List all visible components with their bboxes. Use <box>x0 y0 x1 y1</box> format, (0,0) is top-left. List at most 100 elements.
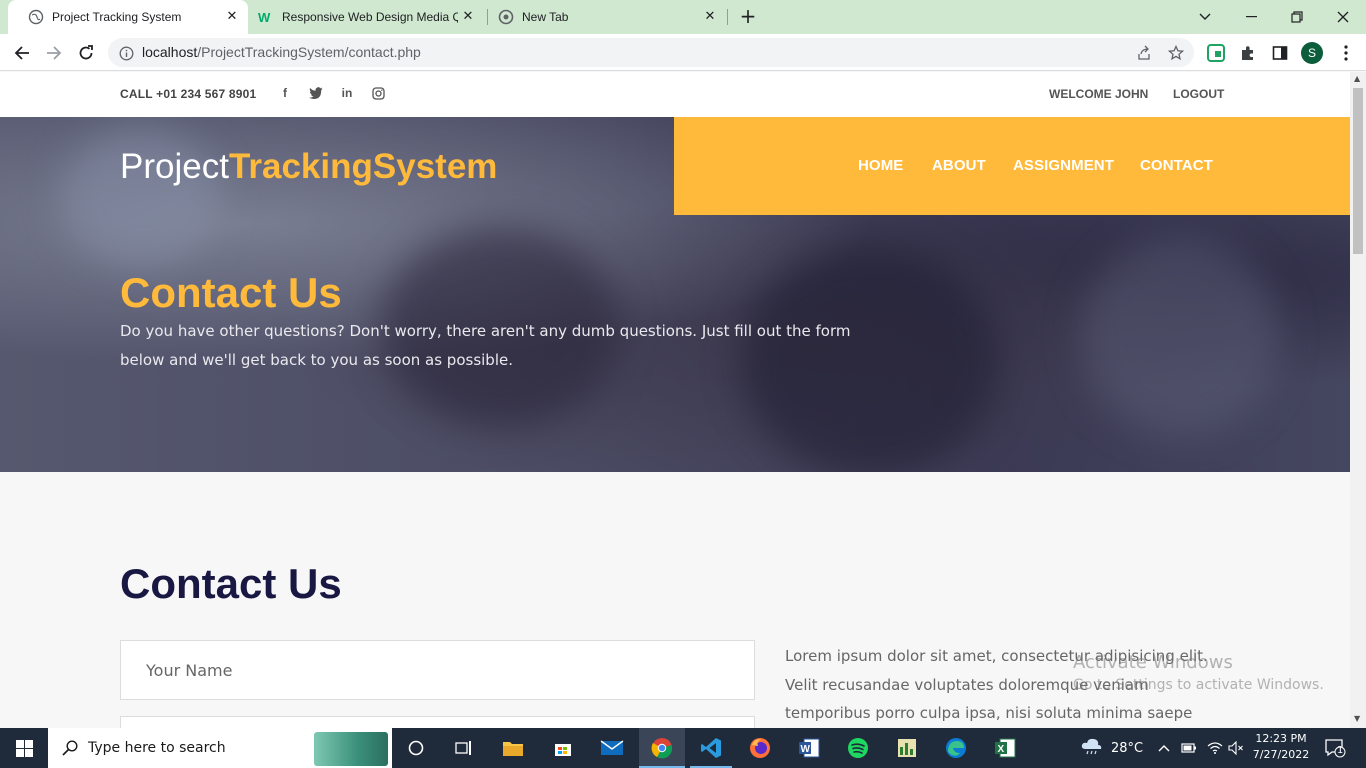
logo-text-plain: Project <box>120 147 229 186</box>
windows-taskbar: Type here to search W X 28°C 12:23 PM 7/… <box>0 728 1366 768</box>
hero-title: Contact Us <box>120 269 342 316</box>
linkedin-icon[interactable]: in <box>339 85 355 101</box>
chrome-icon <box>498 9 514 25</box>
clock-time: 12:23 PM <box>1255 732 1307 745</box>
extension-green-icon[interactable] <box>1206 43 1226 63</box>
tab-project-tracking[interactable]: Project Tracking System ✕ <box>8 0 248 34</box>
chrome-menu-icon[interactable] <box>1336 43 1356 63</box>
excel-icon[interactable]: X <box>991 734 1019 762</box>
close-tab-icon[interactable]: ✕ <box>460 9 476 25</box>
name-field[interactable] <box>120 640 755 700</box>
name-input[interactable] <box>121 641 754 699</box>
tab-title: New Tab <box>522 10 569 24</box>
scrollbar-thumb[interactable] <box>1353 88 1363 254</box>
new-tab-button[interactable]: + <box>736 5 760 29</box>
tab-separator <box>727 9 728 25</box>
call-number: CALL +01 234 567 8901 <box>120 87 257 101</box>
browser-tab-strip: Project Tracking System ✕ W Responsive W… <box>0 0 1366 34</box>
welcome-text: WELCOME JOHN <box>1049 87 1149 101</box>
close-window-icon[interactable] <box>1320 0 1366 34</box>
activate-windows-title: Activate Windows <box>1073 652 1233 673</box>
tab-responsive-web-design[interactable]: W Responsive Web Design Media Q ✕ <box>250 0 484 34</box>
minimize-icon[interactable] <box>1228 0 1274 34</box>
wifi-icon[interactable] <box>1207 728 1223 768</box>
bookmark-star-icon[interactable] <box>1167 44 1185 62</box>
chrome-taskbar-icon[interactable] <box>648 734 676 762</box>
search-highlight-illustration <box>314 732 388 766</box>
url-path: /ProjectTrackingSystem/contact.php <box>197 44 421 60</box>
section-title: Contact Us <box>120 560 342 607</box>
search-placeholder: Type here to search <box>88 740 226 756</box>
close-tab-icon[interactable]: ✕ <box>702 9 718 25</box>
notification-center-icon[interactable]: 1 <box>1324 728 1346 768</box>
instagram-icon[interactable] <box>370 85 386 101</box>
url-host: localhost <box>142 44 198 60</box>
profile-avatar[interactable]: S <box>1301 42 1323 64</box>
page-viewport: CALL +01 234 567 8901 f in WELCOME JOHN … <box>0 72 1350 728</box>
cloud-rain-icon <box>1080 737 1104 759</box>
file-explorer-icon[interactable] <box>499 734 527 762</box>
url-text[interactable]: localhost/ProjectTrackingSystem/contact.… <box>142 44 421 60</box>
cortana-icon[interactable] <box>402 734 430 762</box>
page-scrollbar[interactable]: ▲ ▼ <box>1350 72 1366 728</box>
logo-text-accent: TrackingSystem <box>228 147 498 186</box>
tab-new-tab[interactable]: New Tab ✕ <box>488 0 726 34</box>
vscode-icon[interactable] <box>697 734 725 762</box>
svg-text:W: W <box>258 10 271 24</box>
temperature: 28°C <box>1111 740 1144 756</box>
microsoft-store-icon[interactable] <box>549 734 577 762</box>
restore-icon[interactable] <box>1274 0 1320 34</box>
twitter-icon[interactable] <box>308 85 324 101</box>
system-clock[interactable]: 12:23 PM 7/27/2022 <box>1252 731 1310 763</box>
volume-muted-icon[interactable] <box>1228 728 1244 768</box>
project-app-icon[interactable] <box>893 734 921 762</box>
close-tab-icon[interactable]: ✕ <box>224 9 240 25</box>
hero-banner: ProjectTrackingSystem HOME ABOUT ASSIGNM… <box>0 117 1350 472</box>
taskbar-search[interactable]: Type here to search <box>48 728 392 768</box>
show-hidden-icons-chevron-icon[interactable] <box>1158 728 1170 768</box>
extensions-puzzle-icon[interactable] <box>1238 43 1258 63</box>
site-top-bar: CALL +01 234 567 8901 f in WELCOME JOHN … <box>0 72 1350 117</box>
browser-toolbar: localhost/ProjectTrackingSystem/contact.… <box>0 34 1366 71</box>
logout-link[interactable]: LOGOUT <box>1173 87 1224 101</box>
svg-text:W: W <box>801 744 811 755</box>
side-panel-icon[interactable] <box>1270 43 1290 63</box>
hero-description: Do you have other questions? Don't worry… <box>120 322 851 369</box>
edge-icon[interactable] <box>942 734 970 762</box>
clock-date: 7/27/2022 <box>1252 748 1310 761</box>
globe-icon <box>28 9 44 25</box>
scroll-down-icon[interactable]: ▼ <box>1354 714 1360 723</box>
nav-assignment[interactable]: ASSIGNMENT <box>1013 157 1114 174</box>
tab-title: Responsive Web Design Media Q <box>282 10 458 24</box>
svg-text:X: X <box>998 744 1005 755</box>
mail-icon[interactable] <box>598 734 626 762</box>
address-bar[interactable]: localhost/ProjectTrackingSystem/contact.… <box>108 38 1194 67</box>
spotify-icon[interactable] <box>844 734 872 762</box>
battery-icon[interactable] <box>1181 728 1197 768</box>
weather-widget[interactable]: 28°C <box>1080 728 1143 768</box>
firefox-icon[interactable] <box>746 734 774 762</box>
scroll-up-icon[interactable]: ▲ <box>1354 74 1360 83</box>
main-nav: HOME ABOUT ASSIGNMENT CONTACT <box>674 117 1350 215</box>
nav-about[interactable]: ABOUT <box>932 157 986 174</box>
share-icon[interactable] <box>1135 44 1153 62</box>
task-view-icon[interactable] <box>450 734 478 762</box>
reload-icon[interactable] <box>74 41 98 65</box>
site-logo[interactable]: ProjectTrackingSystem <box>120 147 497 187</box>
back-arrow-icon[interactable] <box>10 41 34 65</box>
tab-search-chevron-icon[interactable] <box>1182 0 1228 34</box>
word-icon[interactable]: W <box>795 734 823 762</box>
notification-count: 1 <box>1337 745 1344 756</box>
activate-windows-subtitle: Go to Settings to activate Windows. <box>1073 677 1324 693</box>
nav-home[interactable]: HOME <box>858 157 903 174</box>
search-icon <box>62 740 78 760</box>
windows-start-icon[interactable] <box>0 728 48 768</box>
nav-contact[interactable]: CONTACT <box>1140 157 1213 174</box>
forward-arrow-icon[interactable] <box>42 41 66 65</box>
w3schools-icon: W <box>258 9 274 25</box>
site-info-icon[interactable] <box>117 44 135 62</box>
hero-background-shape <box>1080 237 1280 437</box>
tab-title: Project Tracking System <box>52 10 182 24</box>
email-field[interactable] <box>120 716 755 728</box>
facebook-icon[interactable]: f <box>277 85 293 101</box>
